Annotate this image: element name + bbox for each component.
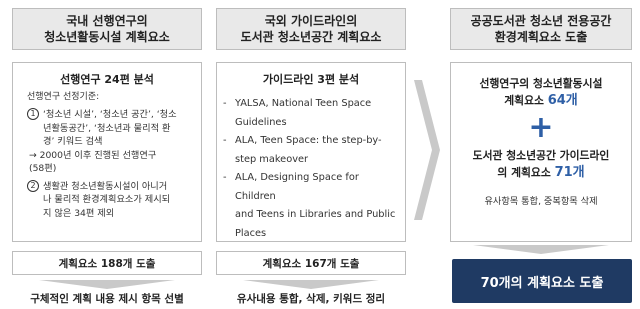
col3-part2-count: 71개 bbox=[554, 165, 585, 180]
col2-down-arrow bbox=[243, 280, 379, 289]
col1-item1-line2: 년활동공간’, ‘청소년과 물리적 환 bbox=[43, 122, 171, 134]
col1-item1-line1: ‘청소년 시설’, ‘청소년 공간’, ‘청소 bbox=[43, 109, 177, 120]
bullet-dash-icon: - bbox=[223, 98, 227, 109]
col3-part1-prefix: 계획요소 bbox=[504, 94, 548, 107]
col1-criteria-label: 선행연구 선정기준: bbox=[27, 92, 100, 102]
col3-down-arrow bbox=[473, 245, 609, 254]
col3-part1-count: 64개 bbox=[547, 93, 578, 108]
bullet-dash-icon: - bbox=[223, 135, 227, 146]
col1-header: 국내 선행연구의 청소년활동시설 계획요소 bbox=[12, 8, 202, 50]
col3-summary-box: 선행연구의 청소년활동시설 계획요소 64개 + 도서관 청소년공간 가이드라인… bbox=[450, 62, 632, 242]
col1-item2-line1: 생활관 청소년활동시설이 아니거 bbox=[43, 180, 168, 192]
col1-item2-line3: 지 않은 34편 제외 bbox=[43, 207, 115, 219]
col3-part2-prefix: 의 계획요소 bbox=[497, 166, 555, 179]
col2-guideline-item: - YALSA, National Teen Space Guidelines bbox=[223, 95, 401, 132]
col2-analysis-box: 가이드라인 3편 분석 - YALSA, National Teen Space… bbox=[216, 62, 406, 242]
col2-header-line2: 도서관 청소년공간 계획요소 bbox=[240, 30, 382, 44]
col1-down-arrow bbox=[39, 280, 175, 289]
number-two-circle-icon: 2 bbox=[27, 179, 39, 192]
col2-item3-line1: ALA, Designing Space for Children bbox=[235, 172, 359, 202]
col2-tail-text: 유사내용 통합, 삭제, 키워드 정리 bbox=[236, 293, 386, 305]
col2-item3-line3: Places bbox=[235, 227, 267, 239]
chevron-right-arrow-icon bbox=[414, 80, 440, 220]
col3-part1: 선행연구의 청소년활동시설 계획요소 64개 bbox=[451, 75, 631, 109]
col2-item2-line2: step makeover bbox=[235, 153, 309, 165]
bullet-dash-icon: - bbox=[223, 172, 227, 183]
col3-header-line2: 환경계획요소 도출 bbox=[494, 30, 588, 44]
col1-criterion-2: 2 생활관 청소년활동시설이 아니거 나 물리적 환경계획요소가 제시되 지 않… bbox=[27, 179, 195, 221]
col3-part1-line2: 계획요소 64개 bbox=[451, 92, 631, 109]
col3-part1-line1: 선행연구의 청소년활동시설 bbox=[479, 77, 603, 90]
col1-arrow-result: → 2000년 이후 진행된 선행연구 (58편) bbox=[29, 149, 195, 176]
col2-guideline-list: - YALSA, National Teen Space Guidelines … bbox=[223, 95, 401, 243]
col1-arrow-line2: (58편) bbox=[29, 163, 57, 174]
col3-part2-line2: 의 계획요소 71개 bbox=[451, 164, 631, 181]
col1-criterion-1: 1 ‘청소년 시설’, ‘청소년 공간’, ‘청소 년활동공간’, ‘청소년과 … bbox=[27, 108, 195, 149]
col2-header-line1: 국외 가이드라인의 bbox=[264, 14, 358, 28]
number-one-circle-icon: 1 bbox=[27, 108, 39, 120]
col1-tail-text: 구체적인 계획 내용 제시 항목 선별 bbox=[30, 293, 184, 305]
col2-header: 국외 가이드라인의 도서관 청소년공간 계획요소 bbox=[216, 8, 406, 50]
col2-guideline-item: - ALA, Teen Space: the step-by- step mak… bbox=[223, 132, 401, 169]
col3-final-box: 70개의 계획요소 도출 bbox=[452, 259, 632, 303]
col3-note: 유사항목 통합, 중복항목 삭제 bbox=[484, 196, 598, 207]
col1-result-label: 계획요소 188개 도출 bbox=[58, 257, 156, 270]
plus-icon: + bbox=[528, 110, 554, 145]
col3-header: 공공도서관 청소년 전용공간 환경계획요소 도출 bbox=[450, 8, 632, 50]
col1-item1-line3: 경’ 키워드 검색 bbox=[43, 136, 103, 147]
col2-item2-line1: ALA, Teen Space: the step-by- bbox=[235, 135, 382, 146]
col2-item1-line2: Guidelines bbox=[235, 116, 287, 128]
col3-part2: 도서관 청소년공간 가이드라인 의 계획요소 71개 bbox=[451, 147, 631, 181]
col1-arrow-line1: → 2000년 이후 진행된 선행연구 bbox=[29, 149, 157, 161]
col2-result-label: 계획요소 167개 도출 bbox=[262, 257, 360, 270]
col3-final-label: 70개의 계획요소 도출 bbox=[480, 275, 604, 291]
col2-item3-line2: and Teens in Libraries and Public bbox=[235, 209, 396, 220]
col2-guideline-item: - ALA, Designing Space for Children and … bbox=[223, 169, 401, 243]
col1-box-title: 선행연구 24편 분석 bbox=[60, 73, 154, 86]
col1-header-line2: 청소년활동시설 계획요소 bbox=[44, 30, 170, 44]
col1-item2-line2: 나 물리적 환경계획요소가 제시되 bbox=[43, 194, 171, 205]
col2-item1-line1: YALSA, National Teen Space bbox=[235, 98, 372, 109]
col2-box-title: 가이드라인 3편 분석 bbox=[262, 73, 360, 86]
col2-result-box: 계획요소 167개 도출 bbox=[216, 251, 406, 275]
col1-result-box: 계획요소 188개 도출 bbox=[12, 251, 202, 275]
col3-header-line1: 공공도서관 청소년 전용공간 bbox=[470, 14, 612, 28]
col3-part2-line1: 도서관 청소년공간 가이드라인 bbox=[472, 149, 610, 162]
col1-analysis-box: 선행연구 24편 분석 선행연구 선정기준: 1 ‘청소년 시설’, ‘청소년 … bbox=[12, 62, 202, 242]
col1-header-line1: 국내 선행연구의 bbox=[66, 14, 148, 28]
